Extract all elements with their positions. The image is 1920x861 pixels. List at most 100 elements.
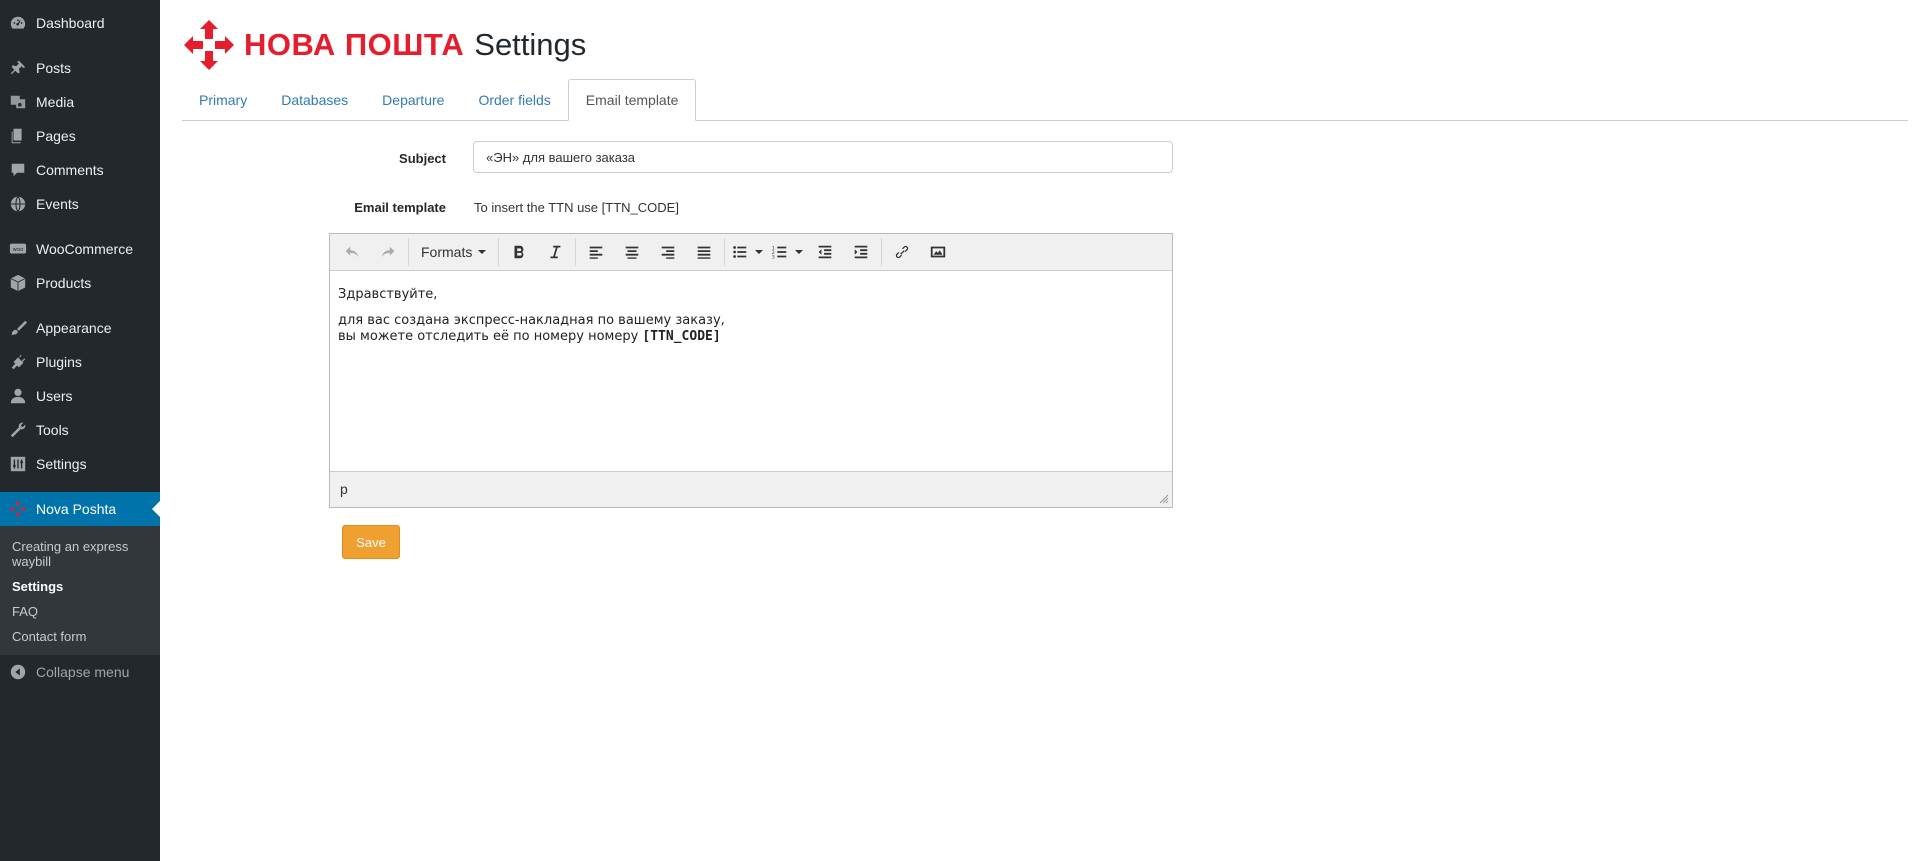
collapse-label: Collapse menu [36, 664, 130, 680]
menu-nova-poshta[interactable]: Nova Poshta [0, 492, 160, 526]
menu-label: Appearance [36, 320, 112, 336]
nova-poshta-submenu: Creating an express waybill Settings FAQ… [0, 526, 160, 655]
menu-label: Events [36, 196, 79, 212]
submenu-settings[interactable]: Settings [0, 574, 160, 599]
chevron-down-icon [478, 250, 487, 254]
menu-label: Plugins [36, 354, 82, 370]
bold-button[interactable] [505, 238, 533, 266]
email-template-label: Email template [354, 200, 446, 215]
brush-icon [8, 318, 28, 338]
brand-name: НОВА ПОШТА [244, 27, 465, 62]
resize-handle-icon[interactable] [1159, 494, 1169, 504]
admin-sidebar: Dashboard Posts Media Pages Comments Eve… [0, 0, 160, 861]
toolbar-separator [498, 238, 500, 266]
submenu-creating-waybill[interactable]: Creating an express waybill [0, 534, 160, 574]
menu-posts[interactable]: Posts [0, 51, 160, 85]
align-justify-button[interactable] [690, 238, 718, 266]
menu-appearance[interactable]: Appearance [0, 311, 160, 345]
menu-tools[interactable]: Tools [0, 413, 160, 447]
italic-button[interactable] [541, 238, 569, 266]
ttn-code-token: [TTN_CODE] [642, 329, 721, 344]
page-title: Settings [474, 27, 587, 62]
woo-icon: woo [8, 239, 28, 259]
align-left-button[interactable] [582, 238, 610, 266]
menu-woocommerce[interactable]: woo WooCommerce [0, 232, 160, 266]
toolbar-separator [408, 238, 409, 266]
plugin-icon [8, 352, 28, 372]
align-right-button[interactable] [654, 238, 682, 266]
collapse-menu[interactable]: Collapse menu [0, 655, 160, 689]
editor-line: для вас создана экспресс-накладная по ва… [338, 313, 725, 328]
editor-paragraph: для вас создана экспресс-накладная по ва… [338, 313, 1164, 345]
email-template-editor: Formats 1 2 3 Здравствуйте, для вас созд… [329, 233, 1173, 508]
menu-pages[interactable]: Pages [0, 119, 160, 153]
menu-label: Posts [36, 60, 72, 76]
submenu-faq[interactable]: FAQ [0, 599, 160, 624]
menu-events[interactable]: Events [0, 187, 160, 221]
undo-icon [345, 246, 359, 258]
comment-icon [8, 160, 28, 180]
image-icon [931, 246, 946, 258]
submenu-contact-form[interactable]: Contact form [0, 624, 160, 649]
menu-label: WooCommerce [36, 241, 133, 257]
menu-media[interactable]: Media [0, 85, 160, 119]
editor-toolbar: Formats 1 2 3 [330, 234, 1172, 271]
page-header: НОВА ПОШТА Settings [182, 18, 586, 72]
wrench-icon [8, 420, 28, 440]
box-icon [8, 273, 28, 293]
indent-icon [855, 245, 868, 259]
svg-text:3: 3 [772, 254, 775, 260]
bullet-list-button[interactable] [731, 238, 764, 266]
indent-button[interactable] [847, 238, 875, 266]
sliders-icon [8, 454, 28, 474]
outdent-icon [819, 245, 832, 259]
menu-comments[interactable]: Comments [0, 153, 160, 187]
globe-icon [8, 194, 28, 214]
align-justify-icon [698, 246, 711, 259]
menu-plugins[interactable]: Plugins [0, 345, 160, 379]
template-hint: To insert the TTN use [TTN_CODE] [474, 200, 679, 215]
editor-line: вы можете отследить её по номеру номеру [338, 329, 643, 344]
chevron-down-icon [795, 250, 804, 254]
link-icon [896, 245, 909, 259]
menu-products[interactable]: Products [0, 266, 160, 300]
nova-poshta-icon [8, 499, 28, 519]
user-icon [8, 386, 28, 406]
media-icon [8, 92, 28, 112]
redo-button[interactable] [374, 238, 402, 266]
align-center-button[interactable] [618, 238, 646, 266]
menu-settings[interactable]: Settings [0, 447, 160, 481]
editor-statusbar: p [330, 471, 1172, 507]
element-path[interactable]: p [340, 481, 348, 497]
menu-label: Media [36, 94, 75, 110]
editor-greeting: Здравствуйте, [338, 287, 438, 302]
menu-users[interactable]: Users [0, 379, 160, 413]
settings-tabs: Primary Databases Departure Order fields… [182, 79, 1908, 121]
bold-icon [514, 245, 524, 259]
tab-primary[interactable]: Primary [182, 81, 264, 120]
menu-label: Comments [36, 162, 104, 178]
tab-email-template[interactable]: Email template [567, 79, 697, 121]
insert-image-button[interactable] [924, 238, 952, 266]
undo-button[interactable] [338, 238, 366, 266]
insert-link-button[interactable] [888, 238, 916, 266]
menu-label: Users [36, 388, 73, 404]
editor-content[interactable]: Здравствуйте, для вас создана экспресс-н… [330, 271, 1172, 471]
outdent-button[interactable] [811, 238, 839, 266]
align-left-icon [590, 246, 603, 259]
chevron-down-icon [755, 250, 764, 254]
subject-input[interactable] [473, 141, 1173, 173]
align-right-icon [662, 246, 675, 259]
pin-icon [8, 58, 28, 78]
toolbar-separator [575, 238, 577, 266]
tab-databases[interactable]: Databases [264, 81, 365, 120]
save-button[interactable]: Save [342, 525, 400, 559]
numbered-list-button[interactable]: 123 [771, 238, 804, 266]
tab-order-fields[interactable]: Order fields [461, 81, 567, 120]
menu-label: Products [36, 275, 92, 291]
menu-dashboard[interactable]: Dashboard [0, 6, 160, 40]
redo-icon [381, 246, 395, 258]
bullet-list-icon [733, 246, 747, 258]
formats-dropdown[interactable]: Formats [415, 238, 492, 266]
tab-departure[interactable]: Departure [365, 81, 461, 120]
